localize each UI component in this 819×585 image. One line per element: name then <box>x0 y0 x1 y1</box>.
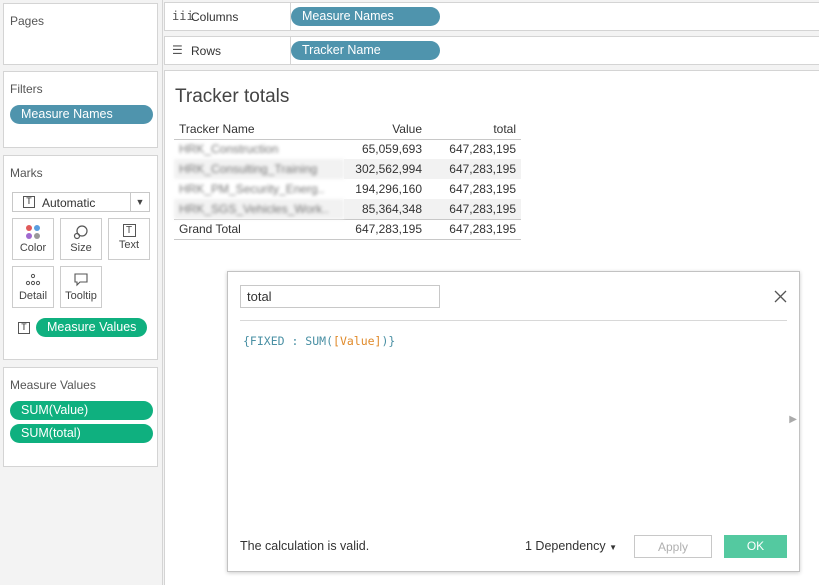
row-value[interactable]: 65,059,693 <box>344 139 427 159</box>
row-total[interactable]: 647,283,195 <box>427 159 521 179</box>
row-value[interactable]: 194,296,160 <box>344 179 427 199</box>
row-name[interactable]: HRK_SGS_Vehicles_Work.. <box>174 199 344 219</box>
rows-icon: ☰ <box>172 43 183 57</box>
row-total[interactable]: 647,283,195 <box>427 179 521 199</box>
chevron-down-icon: ▼ <box>130 193 149 211</box>
color-button[interactable]: Color <box>12 218 54 260</box>
size-button[interactable]: Size <box>60 218 102 260</box>
table-row: HRK_PM_Security_Energ.. 194,296,160 647,… <box>174 179 521 199</box>
filters-card: Filters Measure Names <box>3 71 158 148</box>
columns-label: Columns <box>191 10 239 24</box>
measure-pill-sum-value[interactable]: SUM(Value) <box>10 401 153 420</box>
table-row: HRK_Construction 65,059,693 647,283,195 <box>174 139 521 159</box>
row-total[interactable]: 647,283,195 <box>427 139 521 159</box>
close-icon[interactable] <box>774 290 787 303</box>
grand-total-value[interactable]: 647,283,195 <box>344 218 427 240</box>
measure-pill-sum-total[interactable]: SUM(total) <box>10 424 153 443</box>
color-label: Color <box>19 242 47 254</box>
crosstab-table: Tracker Name Value total HRK_Constructio… <box>174 119 521 240</box>
size-label: Size <box>70 242 92 254</box>
size-icon <box>73 225 88 240</box>
tooltip-label: Tooltip <box>65 290 97 302</box>
panel-divider <box>162 0 163 585</box>
pages-card: Pages <box>3 3 158 65</box>
row-name[interactable]: HRK_Consulting_Training <box>174 159 344 179</box>
detail-button[interactable]: Detail <box>12 266 54 308</box>
view-title: Tracker totals <box>175 86 290 107</box>
mark-type-select[interactable]: T Automatic ▼ <box>12 192 150 212</box>
text-button[interactable]: T Text <box>108 218 150 260</box>
marks-pill-measure-values[interactable]: Measure Values <box>36 318 147 337</box>
detail-label: Detail <box>18 290 48 302</box>
color-dots-icon <box>26 225 40 239</box>
apply-button[interactable]: Apply <box>634 535 712 558</box>
dependency-label: 1 Dependency <box>525 539 606 553</box>
calc-name-input[interactable] <box>240 285 440 308</box>
tooltip-button[interactable]: Tooltip <box>60 266 102 308</box>
text-label: Text <box>118 239 140 251</box>
formula-field: [Value] <box>333 334 382 348</box>
row-name[interactable]: HRK_PM_Security_Energ.. <box>174 179 344 199</box>
row-value[interactable]: 302,562,994 <box>344 159 427 179</box>
expand-arrow-icon[interactable]: ▶ <box>789 414 797 425</box>
ok-button[interactable]: OK <box>724 535 787 558</box>
marks-card: Marks T Automatic ▼ Color Size T Text De… <box>3 155 158 360</box>
calculation-dialog: {FIXED : SUM([Value])} ▶ The calculation… <box>227 271 800 572</box>
table-header-row: Tracker Name Value total <box>174 119 521 140</box>
rows-shelf[interactable]: ☰ Rows Tracker Name <box>164 36 819 65</box>
row-value[interactable]: 85,364,348 <box>344 199 427 219</box>
table-row: HRK_Consulting_Training 302,562,994 647,… <box>174 159 521 179</box>
formula-close: )} <box>381 334 396 348</box>
table-row: HRK_SGS_Vehicles_Work.. 85,364,348 647,2… <box>174 199 521 219</box>
row-total[interactable]: 647,283,195 <box>427 199 521 219</box>
pages-title: Pages <box>10 14 45 28</box>
grand-total-row: Grand Total 647,283,195 647,283,195 <box>174 218 521 240</box>
row-name[interactable]: HRK_Construction <box>174 139 344 159</box>
text-icon: T <box>18 322 30 334</box>
filters-title: Filters <box>10 82 43 96</box>
formula-editor[interactable]: {FIXED : SUM([Value])} <box>243 334 395 348</box>
marks-title: Marks <box>10 166 43 180</box>
chevron-down-icon: ▼ <box>609 543 618 552</box>
header-value[interactable]: Value <box>344 119 427 140</box>
grand-total-label[interactable]: Grand Total <box>174 218 344 240</box>
grand-total-total[interactable]: 647,283,195 <box>427 218 521 240</box>
measure-values-card: Measure Values SUM(Value) SUM(total) <box>3 367 158 467</box>
dependency-dropdown[interactable]: 1 Dependency ▼ <box>525 539 617 553</box>
text-icon: T <box>23 196 35 208</box>
columns-pill-measure-names[interactable]: Measure Names <box>291 7 440 26</box>
columns-shelf[interactable]: iii Columns Measure Names <box>164 2 819 31</box>
text-icon: T <box>122 224 136 237</box>
mark-type-value: Automatic <box>42 196 96 210</box>
header-total[interactable]: total <box>427 119 521 140</box>
measure-values-title: Measure Values <box>10 378 96 392</box>
formula-keyword: {FIXED : SUM( <box>243 334 334 348</box>
rows-pill-tracker-name[interactable]: Tracker Name <box>291 41 440 60</box>
tooltip-icon <box>74 273 88 287</box>
header-tracker-name[interactable]: Tracker Name <box>174 119 344 140</box>
filter-pill-measure-names[interactable]: Measure Names <box>10 105 153 124</box>
dialog-divider <box>240 320 787 321</box>
calc-status: The calculation is valid. <box>240 539 370 553</box>
detail-icon <box>25 273 41 286</box>
rows-label: Rows <box>191 44 222 58</box>
